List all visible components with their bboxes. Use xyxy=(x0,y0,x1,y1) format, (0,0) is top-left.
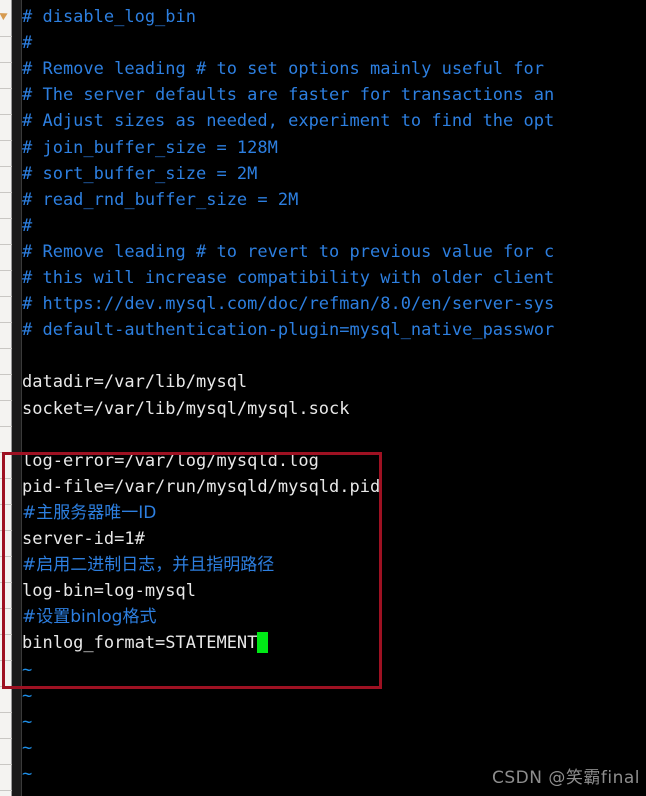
gutter-tick xyxy=(0,140,12,141)
editor-line: pid-file=/var/run/mysqld/mysqld.pid xyxy=(22,476,381,497)
gutter-tick xyxy=(0,790,12,791)
gutter-tick xyxy=(0,452,12,453)
editor-line: # join_buffer_size = 128M xyxy=(22,137,278,158)
gutter-tick xyxy=(0,62,12,63)
editor-line: log-bin=log-mysql xyxy=(22,581,196,602)
gutter-tick xyxy=(0,244,12,245)
editor-line: # read_rnd_buffer_size = 2M xyxy=(22,189,299,210)
editor-line: ~ xyxy=(22,659,33,680)
gutter-tick xyxy=(0,530,12,531)
gutter-tick xyxy=(0,270,12,271)
editor-line: log-error=/var/log/mysqld.log xyxy=(22,450,319,471)
screenshot-root: # disable_log_bin # # Remove leading # to … xyxy=(0,0,646,796)
gutter-tick xyxy=(0,764,12,765)
editor-line: # this will increase compatibility with … xyxy=(22,268,555,288)
editor-line: # Remove leading # to set options mainly… xyxy=(22,59,544,80)
text-cursor xyxy=(256,632,268,654)
editor-line: socket=/var/lib/mysql/mysql.sock xyxy=(22,398,350,419)
editor-line: ~ xyxy=(22,685,33,706)
gutter-tick xyxy=(0,218,12,219)
gutter-tick xyxy=(0,582,12,583)
window-left-chrome[interactable] xyxy=(0,0,12,796)
gutter-tick xyxy=(0,114,12,115)
gutter-tick xyxy=(0,608,12,609)
gutter-tick xyxy=(0,374,12,375)
editor-line: ~ xyxy=(22,711,33,732)
editor-line: # sort_buffer_size = 2M xyxy=(22,163,258,184)
gutter-tick xyxy=(0,556,12,557)
gutter-tick xyxy=(0,634,12,635)
editor-line: ~ xyxy=(22,763,33,784)
editor-line: # Remove leading # to revert to previous… xyxy=(22,241,555,262)
gutter-tick xyxy=(0,478,12,479)
editor-line: #启用二进制日志，并且指明路径 xyxy=(22,555,275,576)
scroll-arrow-icon[interactable] xyxy=(0,9,10,21)
gutter-tick xyxy=(0,192,12,193)
gutter-tick xyxy=(0,400,12,401)
gutter-tick xyxy=(0,166,12,167)
editor-line: #主服务器唯一ID xyxy=(22,502,157,523)
editor-line: ~ xyxy=(22,787,32,796)
gutter-tick xyxy=(0,88,12,89)
window-inner-divider xyxy=(12,0,22,796)
gutter-tick xyxy=(0,504,12,505)
editor-line: server-id=1# xyxy=(22,529,145,549)
editor-line: # The server defaults are faster for tra… xyxy=(22,85,555,106)
editor-line: # xyxy=(22,215,33,236)
gutter-tick xyxy=(0,686,12,687)
editor-line: ~ xyxy=(22,737,33,758)
gutter-tick xyxy=(0,348,12,349)
editor-line: #设置binlog格式 xyxy=(22,607,157,628)
editor-line: datadir=/var/lib/mysql xyxy=(22,372,248,393)
editor-line: # disable_log_bin xyxy=(22,7,196,27)
gutter-tick xyxy=(0,660,12,661)
gutter-tick xyxy=(0,426,12,427)
editor-line: # Adjust sizes as needed, experiment to … xyxy=(22,111,555,132)
gutter-tick xyxy=(0,36,12,37)
gutter-tick xyxy=(0,712,12,713)
editor-line: binlog_format=STATEMENT xyxy=(22,633,258,654)
editor-line: # default-authentication-plugin=mysql_na… xyxy=(22,320,555,341)
gutter-tick xyxy=(0,296,12,297)
gutter-tick xyxy=(0,322,12,323)
editor-line: # https://dev.mysql.com/doc/refman/8.0/e… xyxy=(22,294,555,315)
csdn-watermark: CSDN @笑霸final xyxy=(492,768,640,788)
editor-line: # xyxy=(22,33,33,54)
terminal-text-area[interactable]: # disable_log_bin # # Remove leading # to … xyxy=(22,0,646,796)
gutter-tick xyxy=(0,738,12,739)
